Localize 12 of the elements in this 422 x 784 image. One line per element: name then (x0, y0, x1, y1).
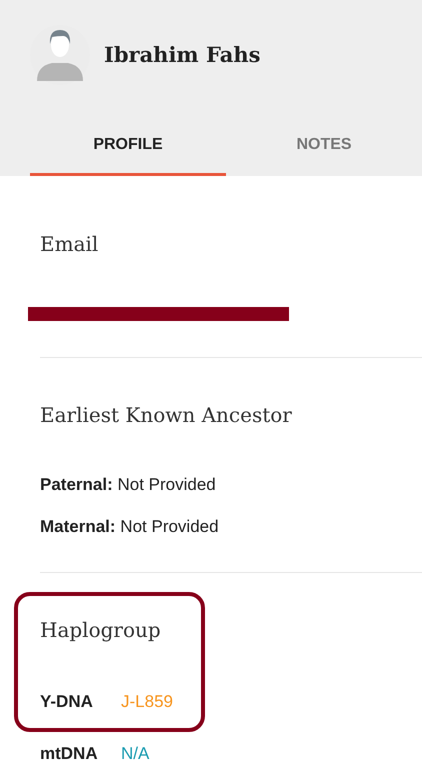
tab[interactable]: NOTES (226, 118, 422, 176)
ancestor-line: Paternal: Not Provided (40, 475, 217, 495)
profile-name: Ibrahim Fahs (104, 42, 260, 66)
haplogroup-value: N/A (121, 744, 150, 764)
haplogroup-label: Y-DNA (40, 692, 94, 712)
section-title: Earliest Known Ancestor (40, 402, 293, 429)
section-title: Haplogroup (40, 617, 162, 644)
section-title: Email (40, 231, 100, 258)
haplogroup-value: J-L859 (121, 692, 173, 712)
tab[interactable]: PROFILE (30, 118, 226, 176)
haplogroup-label: mtDNA (40, 744, 99, 764)
ancestor-line: Maternal: Not Provided (40, 517, 220, 537)
